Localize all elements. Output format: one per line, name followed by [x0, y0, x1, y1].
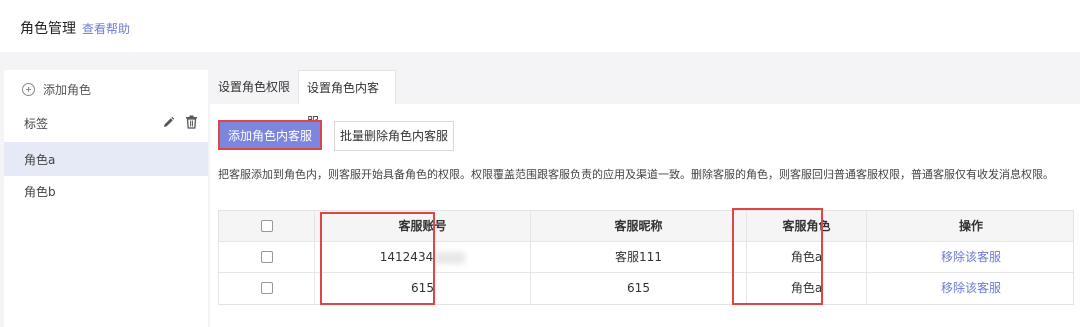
table-row: 615 615 角色a 移除该客服	[219, 273, 1073, 304]
table-row: 1412434 客服111 角色a 移除该客服	[219, 242, 1073, 273]
agent-account-cell: 1412434	[315, 242, 531, 273]
redacted-mask	[435, 251, 466, 264]
sidebar-item-tags[interactable]: 标签	[4, 106, 208, 140]
sidebar-item-role-b[interactable]: 角色b	[4, 174, 208, 208]
remove-agent-link[interactable]: 移除该客服	[941, 250, 1001, 264]
add-role-button[interactable]: 添加角色	[22, 80, 91, 98]
select-all-cell	[219, 211, 315, 242]
description-text: 把客服添加到角色内，则客服开始具备角色的权限。权限覆盖范围跟客服负责的应用及渠道…	[218, 168, 1054, 181]
agent-role: 角色a	[747, 273, 867, 304]
agent-table: 客服账号 客服昵称 客服角色 操作 1412434 客服111 角色a 移除该客…	[218, 210, 1074, 305]
sidebar-item-label: 角色b	[24, 184, 56, 199]
row-checkbox[interactable]	[260, 250, 273, 263]
agent-account: 1412434	[379, 250, 434, 264]
column-header-account: 客服账号	[315, 211, 531, 242]
help-link[interactable]: 查看帮助	[82, 20, 130, 37]
page-title: 角色管理	[20, 21, 76, 37]
sidebar-item-label: 角色a	[24, 152, 56, 167]
row-select-cell	[219, 242, 315, 273]
row-select-cell	[219, 273, 315, 304]
sidebar-item-label: 标签	[24, 116, 49, 131]
main-panel: 设置角色权限 设置角色内客服 添加角色内客服 批量删除角色内客服 把客服添加到角…	[210, 70, 1080, 327]
page-header: 角色管理 查看帮助	[0, 0, 1080, 52]
select-all-checkbox[interactable]	[260, 219, 273, 232]
trash-icon[interactable]	[185, 115, 198, 129]
column-header-actions: 操作	[958, 219, 983, 233]
row-checkbox[interactable]	[260, 281, 273, 294]
bulk-delete-role-agent-button[interactable]: 批量删除角色内客服	[334, 121, 454, 151]
add-role-agent-button[interactable]: 添加角色内客服	[218, 120, 322, 150]
sidebar-item-role-a[interactable]: 角色a	[4, 142, 208, 176]
remove-agent-link[interactable]: 移除该客服	[941, 281, 1001, 295]
row-action-cell: 移除该客服	[867, 273, 1075, 304]
tab-role-agents[interactable]: 设置角色内客服	[298, 70, 396, 129]
role-sidebar: 添加角色 标签 角色a 角色b	[4, 70, 208, 327]
column-header-role: 客服角色	[747, 211, 867, 242]
agent-account: 615	[315, 273, 531, 304]
table-header-row: 客服账号 客服昵称 客服角色 操作	[219, 211, 1073, 242]
agent-nickname: 客服111	[531, 242, 747, 273]
agent-role: 角色a	[747, 242, 867, 273]
tab-role-permissions[interactable]: 设置角色权限	[210, 70, 298, 104]
tab-bar: 设置角色权限 设置角色内客服	[210, 70, 1080, 129]
pencil-icon[interactable]	[162, 116, 175, 129]
plus-circle-icon	[22, 82, 35, 96]
agent-nickname: 615	[531, 273, 747, 304]
add-role-label: 添加角色	[43, 82, 92, 97]
row-action-cell: 移除该客服	[867, 242, 1075, 273]
column-header-nickname: 客服昵称	[531, 211, 747, 242]
